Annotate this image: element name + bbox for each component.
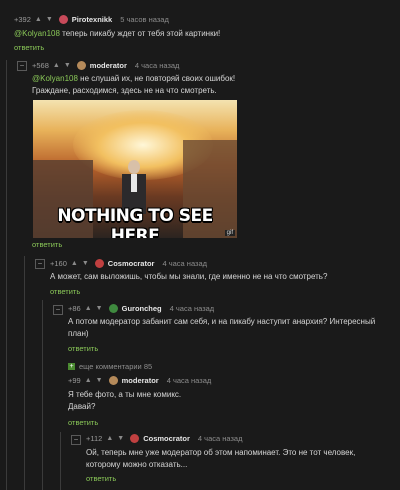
thread-line	[60, 432, 61, 490]
comment-text: @Kolyan108 не слушай их, не повторяй сво…	[32, 74, 236, 95]
more-comments[interactable]: + еще комментарии 85	[68, 360, 152, 372]
expand-icon[interactable]: +	[68, 362, 75, 370]
reply-link[interactable]: ответить	[68, 344, 98, 353]
downvote-icon[interactable]: ▼	[82, 260, 89, 267]
downvote-icon[interactable]: ▼	[117, 435, 124, 442]
comment-text: А потом модератор забанит сам себя, и на…	[68, 317, 376, 338]
collapse-icon[interactable]: −	[71, 435, 81, 445]
collapse-icon[interactable]: −	[17, 61, 27, 71]
thread-line	[42, 300, 43, 490]
avatar[interactable]	[130, 433, 140, 443]
collapse-icon[interactable]: −	[53, 305, 63, 315]
downvote-icon[interactable]: ▼	[96, 305, 103, 312]
downvote-icon[interactable]: ▼	[64, 62, 71, 69]
rating: +86	[68, 303, 81, 313]
mention-link[interactable]: @Kolyan108	[32, 74, 78, 83]
collapse-icon[interactable]: −	[35, 259, 45, 269]
reply-link[interactable]: ответить	[50, 287, 80, 296]
username[interactable]: Guroncheg	[122, 304, 162, 313]
timestamp: 4 часа назад	[197, 433, 243, 443]
downvote-icon[interactable]: ▼	[46, 16, 53, 23]
timestamp: 4 часа назад	[162, 258, 208, 268]
mention-link[interactable]: @Kolyan108	[14, 29, 60, 38]
gif-badge: gif	[224, 230, 235, 236]
thread-line	[6, 60, 7, 490]
avatar[interactable]	[108, 375, 118, 385]
comment-text: @Kolyan108 теперь пикабу ждет от тебя эт…	[14, 29, 221, 38]
username[interactable]: Cosmocrator	[108, 259, 155, 268]
rating: +112	[86, 433, 103, 443]
meme-caption: NOTHING TO SEE HERE	[57, 206, 213, 238]
username[interactable]: Pirotexnikk	[72, 15, 112, 24]
comment-text: Я тебе фото, а ты мне комикс. Давай?	[68, 390, 182, 411]
meme-image[interactable]: NOTHING TO SEE HERE gif	[33, 100, 237, 238]
timestamp: 4 часа назад	[166, 375, 212, 385]
comment-text: Ой, теперь мне уже модератор об этом нап…	[86, 448, 356, 469]
comment-header: +112 ▲ ▼ Cosmocrator 4 часа назад	[86, 432, 242, 444]
rating: +392	[14, 14, 31, 24]
upvote-icon[interactable]: ▲	[53, 62, 60, 69]
comment-header: +568 ▲ ▼ moderator 4 часа назад	[32, 59, 179, 71]
comment-text: А может, сам выложишь, чтобы мы знали, г…	[50, 272, 328, 281]
timestamp: 4 часа назад	[134, 60, 180, 70]
timestamp: 4 часа назад	[169, 303, 215, 313]
reply-link[interactable]: ответить	[14, 43, 44, 52]
more-comments-label[interactable]: еще комментарии 85	[79, 362, 152, 371]
comment-header: +392 ▲ ▼ Pirotexnikk 5 часов назад	[14, 13, 169, 25]
avatar[interactable]	[108, 303, 118, 313]
reply-link[interactable]: ответить	[32, 240, 62, 249]
thread-line	[24, 256, 25, 490]
comment-header: +86 ▲ ▼ Guroncheg 4 часа назад	[68, 302, 214, 314]
comment-header: +160 ▲ ▼ Cosmocrator 4 часа назад	[50, 257, 207, 269]
username[interactable]: moderator	[90, 61, 127, 70]
comment-header: +99 ▲ ▼ moderator 4 часа назад	[68, 374, 211, 386]
reply-link[interactable]: ответить	[68, 418, 98, 427]
upvote-icon[interactable]: ▲	[35, 16, 42, 23]
username[interactable]: moderator	[122, 376, 159, 385]
timestamp: 5 часов назад	[120, 14, 169, 24]
reply-link[interactable]: ответить	[86, 474, 116, 483]
rating: +160	[50, 258, 67, 268]
avatar[interactable]	[76, 60, 86, 70]
username[interactable]: Cosmocrator	[143, 434, 190, 443]
rating: +568	[32, 60, 49, 70]
upvote-icon[interactable]: ▲	[71, 260, 78, 267]
rating: +99	[68, 375, 81, 385]
avatar[interactable]	[58, 14, 68, 24]
upvote-icon[interactable]: ▲	[106, 435, 113, 442]
downvote-icon[interactable]: ▼	[96, 377, 103, 384]
avatar[interactable]	[94, 258, 104, 268]
upvote-icon[interactable]: ▲	[85, 305, 92, 312]
upvote-icon[interactable]: ▲	[85, 377, 92, 384]
